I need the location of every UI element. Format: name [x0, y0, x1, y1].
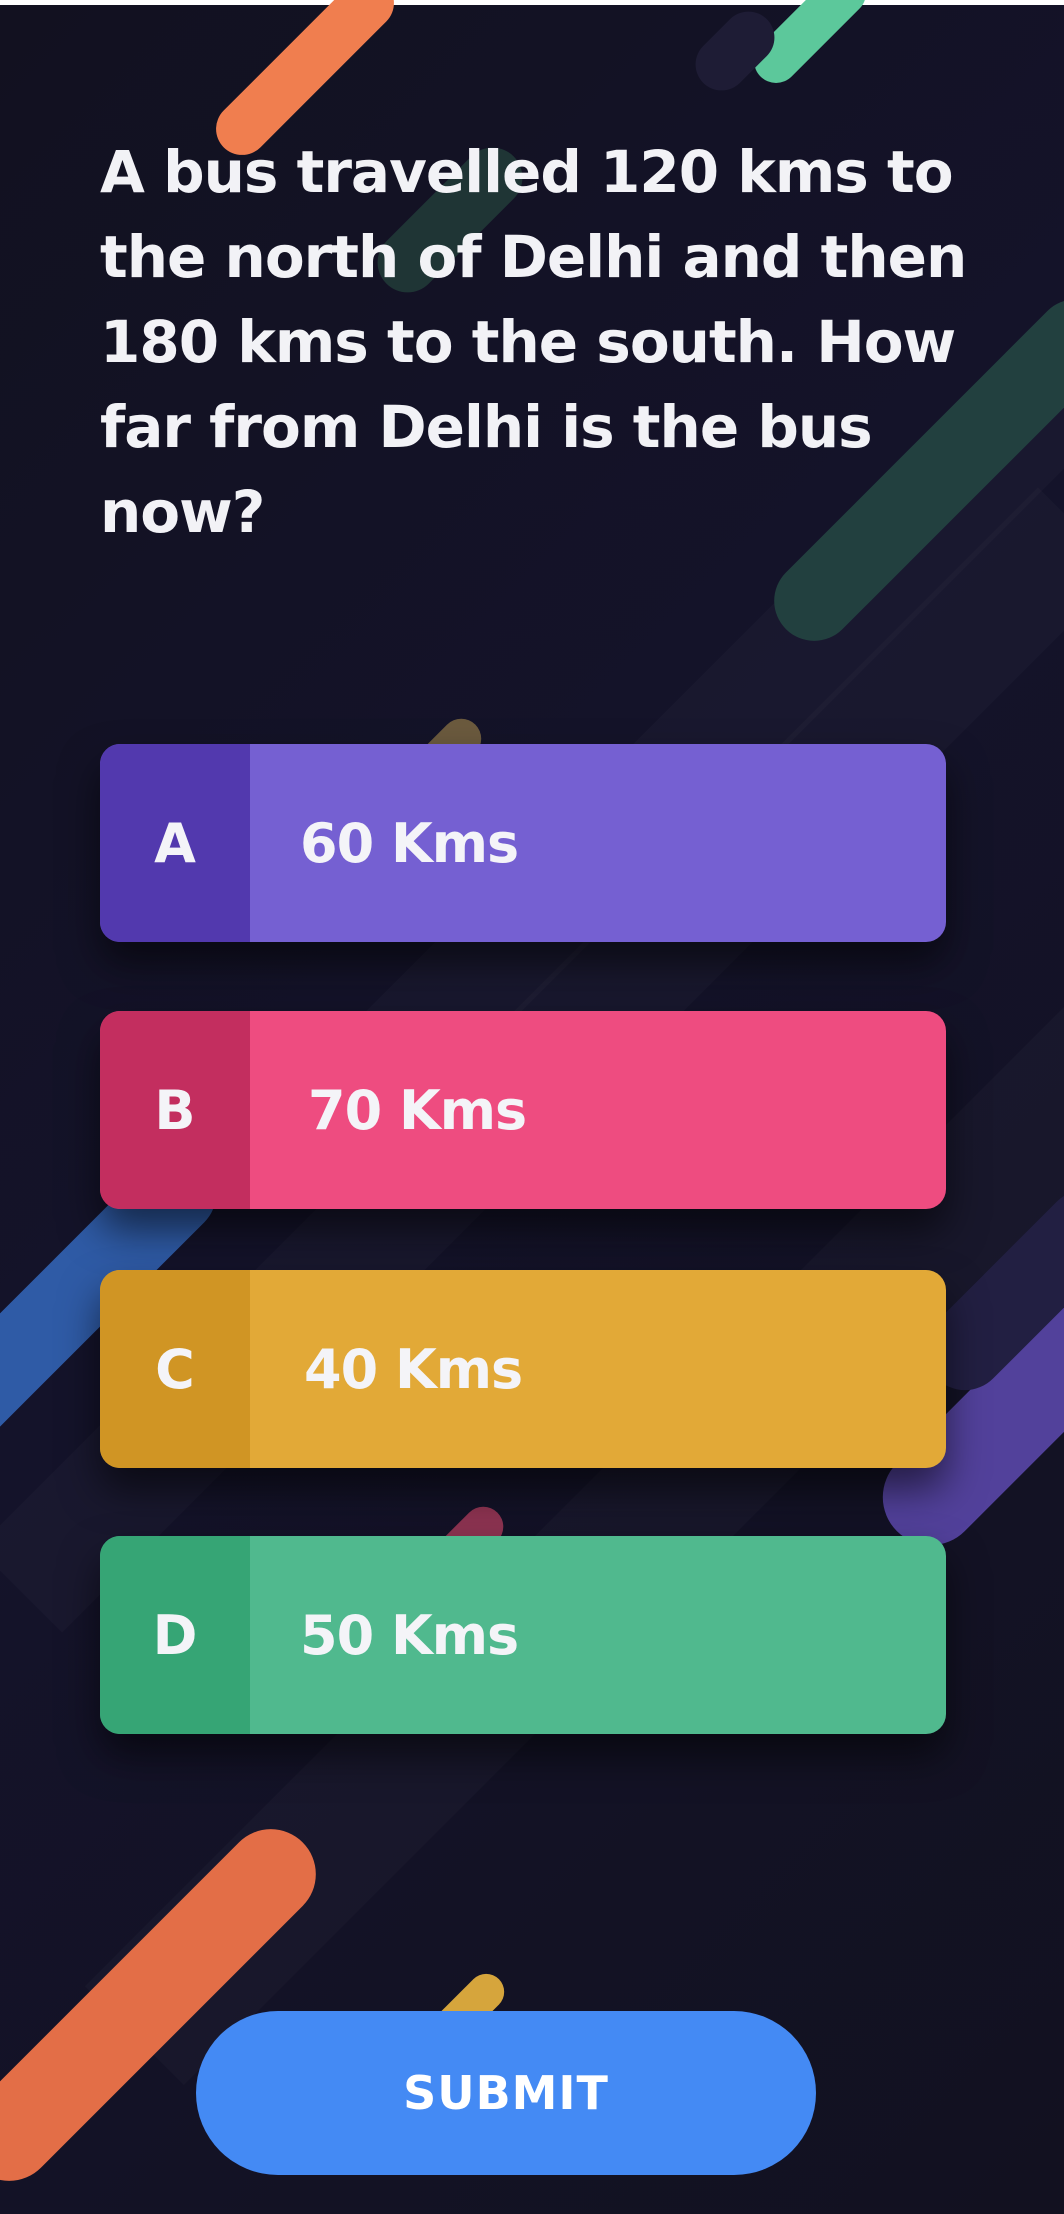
option-d[interactable]: D 50 Kms	[100, 1536, 946, 1734]
quiz-screen: A bus travelled 120 kms to the north of …	[0, 0, 1064, 2214]
option-a-letter: A	[100, 744, 250, 942]
decorative-dark-stroke	[684, 0, 786, 102]
question-text: A bus travelled 120 kms to the north of …	[100, 138, 967, 546]
option-c[interactable]: C 40 Kms	[100, 1270, 946, 1468]
option-a-text: 60 Kms	[300, 811, 519, 875]
option-b-letter: B	[100, 1011, 250, 1209]
option-b-text: 70 Kms	[308, 1078, 527, 1142]
option-c-text: 40 Kms	[304, 1337, 523, 1401]
option-a[interactable]: A 60 Kms	[100, 744, 946, 942]
option-b[interactable]: B 70 Kms	[100, 1011, 946, 1209]
option-d-letter: D	[100, 1536, 250, 1734]
top-edge	[0, 0, 1064, 5]
option-d-text: 50 Kms	[300, 1603, 519, 1667]
submit-button[interactable]: SUBMIT	[196, 2011, 816, 2175]
option-c-letter: C	[100, 1270, 250, 1468]
